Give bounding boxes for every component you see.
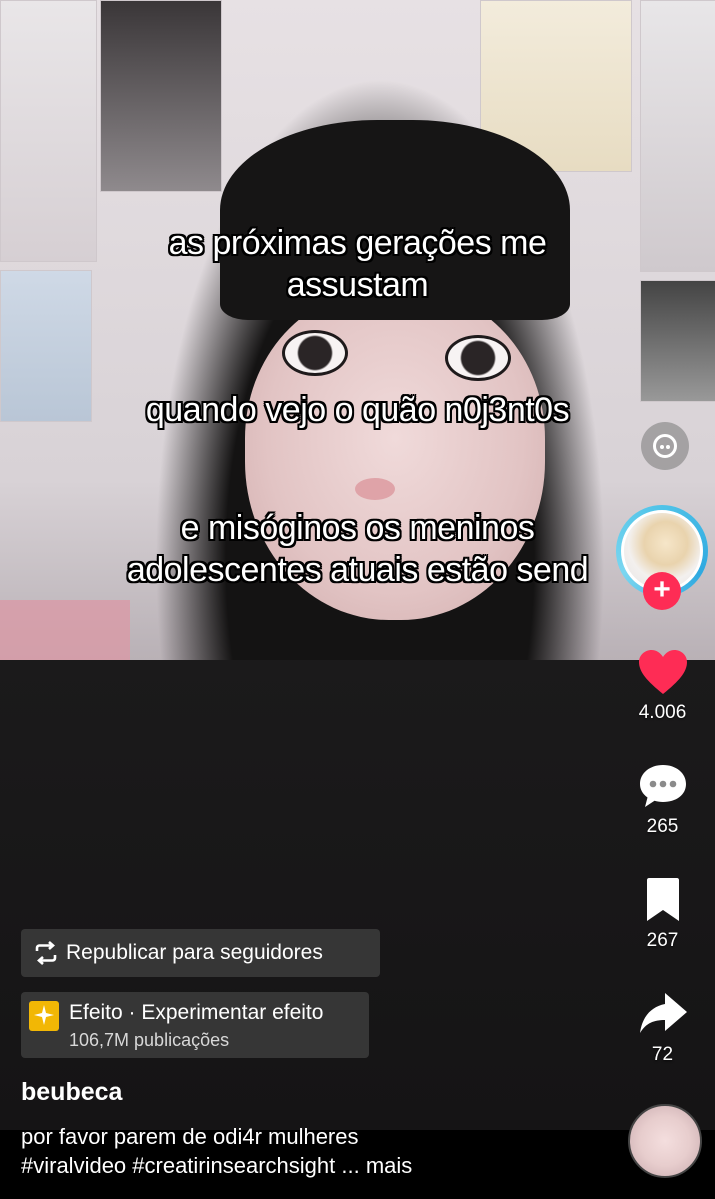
person-eye: [282, 330, 348, 376]
comment-count: 265: [646, 816, 679, 837]
video-caption-overlay: quando vejo o quão n0j3nt0s: [0, 389, 715, 431]
video-caption-overlay: as próximas gerações me assustam: [0, 222, 715, 306]
like-count: 4.006: [638, 702, 687, 723]
repost-to-followers-button[interactable]: Republicar para seguidores: [21, 929, 380, 977]
overlay-line: as próximas gerações me: [168, 224, 547, 262]
comment-button[interactable]: 265: [615, 762, 710, 838]
overlay-line: quando vejo o quão n0j3nt0s: [145, 391, 570, 429]
bookmark-icon: [646, 878, 679, 921]
creator-username[interactable]: beubeca: [21, 1078, 122, 1107]
repost-icon: [35, 941, 57, 965]
effect-post-count: 106,7M publicações: [69, 1030, 230, 1050]
person-eye: [445, 335, 511, 381]
heart-icon: [638, 650, 687, 694]
share-button[interactable]: 72: [615, 990, 710, 1066]
follow-button[interactable]: +: [643, 572, 681, 610]
share-count: 72: [651, 1044, 674, 1065]
person-mouth: [355, 478, 395, 500]
overlay-line: e misóginos os meninos: [180, 509, 535, 547]
comment-bubble-icon: [639, 765, 686, 807]
music-disc-icon[interactable]: [628, 1104, 702, 1178]
overlay-line: adolescentes atuais estão send: [126, 551, 589, 589]
effect-chip[interactable]: Efeito · Experimentar efeito 106,7M publ…: [21, 992, 369, 1058]
plus-icon: +: [653, 573, 671, 606]
ai-search-icon: [653, 434, 677, 458]
repost-label: Republicar para seguidores: [66, 941, 323, 964]
caption-hashtags: #viralvideo #creatirinsearchsight ... ma…: [21, 1153, 413, 1178]
overlay-line: assustam: [286, 266, 429, 304]
sparkle-icon: [29, 1001, 59, 1031]
post-caption[interactable]: por favor parem de odi4r mulheres #viral…: [21, 1122, 621, 1180]
bookmark-button[interactable]: 267: [615, 876, 710, 952]
like-button[interactable]: 4.006: [615, 648, 710, 724]
caption-text: por favor parem de odi4r mulheres: [21, 1124, 359, 1149]
video-caption-overlay: e misóginos os meninos adolescentes atua…: [0, 507, 715, 591]
share-arrow-icon: [639, 993, 687, 1033]
ai-search-button[interactable]: [641, 422, 689, 470]
effect-title: Efeito · Experimentar efeito: [69, 1001, 324, 1024]
bookmark-count: 267: [646, 930, 679, 951]
